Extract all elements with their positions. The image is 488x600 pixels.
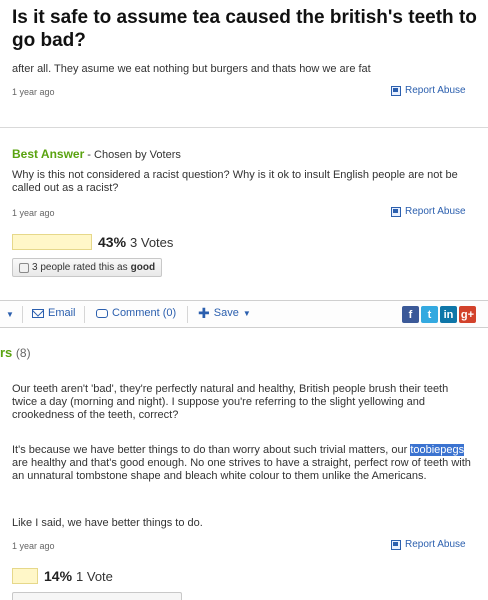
rating-bar xyxy=(12,568,38,584)
best-answer-text: Why is this not considered a racist ques… xyxy=(12,169,458,194)
rating-percent: 14% xyxy=(44,568,73,584)
comment-label: Comment (0) xyxy=(112,307,177,319)
report-abuse-label: Report Abuse xyxy=(405,206,466,217)
email-label: Email xyxy=(48,307,76,319)
plus-icon: ✚ xyxy=(198,305,210,321)
answer-paragraph-2: It's because we have better things to do… xyxy=(12,444,472,483)
rated-prefix: 3 people rated this as xyxy=(32,262,128,273)
best-answer-timestamp: 1 year ago xyxy=(12,208,55,218)
save-button[interactable]: ✚ Save ▼ xyxy=(198,305,251,321)
rating-percent: 43% xyxy=(98,234,127,250)
rating-votes: 3 Votes xyxy=(130,234,174,250)
divider xyxy=(187,306,188,323)
report-abuse-label: Report Abuse xyxy=(405,539,466,550)
comment-icon xyxy=(96,308,108,318)
answer-paragraph-3: Like I said, we have better things to do… xyxy=(12,517,203,529)
answer-paragraph-2-end: are healthy and that's good enough. No o… xyxy=(12,457,471,482)
best-answer-label: Best Answer - Chosen by Voters xyxy=(12,147,181,161)
question-timestamp: 1 year ago xyxy=(12,87,55,97)
flag-icon xyxy=(391,206,401,217)
save-label: Save xyxy=(213,307,239,319)
envelope-icon xyxy=(32,308,44,318)
answer-rating: 14% 1 Vote xyxy=(12,568,113,584)
flag-icon xyxy=(391,85,401,96)
flag-icon xyxy=(391,539,401,550)
highlighted-word: toobiepegs xyxy=(410,444,465,456)
chevron-down-icon: ▼ xyxy=(242,308,251,318)
answer-report-abuse-link[interactable]: Report Abuse xyxy=(391,539,466,550)
question-title: Is it safe to assume tea caused the brit… xyxy=(12,7,477,51)
question-report-abuse-link[interactable]: Report Abuse xyxy=(391,85,466,96)
answers-heading-title: rs xyxy=(0,345,13,360)
answers-count: (8) xyxy=(15,346,31,360)
separator xyxy=(0,127,488,128)
google-plus-share-icon[interactable]: g+ xyxy=(459,306,476,323)
question-body: after all. They asume we eat nothing but… xyxy=(12,63,371,75)
linkedin-share-icon[interactable]: in xyxy=(440,306,457,323)
answers-heading: rs (8) xyxy=(0,345,31,360)
rating-bar xyxy=(12,234,92,250)
comment-button[interactable]: Comment (0) xyxy=(96,307,176,319)
email-button[interactable]: Email xyxy=(32,307,76,319)
twitter-share-icon[interactable]: t xyxy=(421,306,438,323)
rated-button-partial[interactable] xyxy=(12,592,182,600)
answer-paragraph-2-start: It's because we have better things to do… xyxy=(12,444,411,456)
best-answer-title: Best Answer xyxy=(12,147,85,161)
divider xyxy=(22,306,23,323)
chosen-by-voters: - Chosen by Voters xyxy=(84,149,181,161)
rated-value: good xyxy=(130,262,156,273)
thumbs-up-icon xyxy=(19,262,29,273)
facebook-share-icon[interactable]: f xyxy=(402,306,419,323)
answer-timestamp: 1 year ago xyxy=(12,541,55,551)
divider xyxy=(84,306,85,323)
report-abuse-label: Report Abuse xyxy=(405,85,466,96)
action-bar: ▼ Email Comment (0) ✚ Save ▼ f t in g+ xyxy=(0,300,488,328)
best-answer-rating: 43% 3 Votes xyxy=(12,234,173,250)
answer-paragraph-1: Our teeth aren't 'bad', they're perfectl… xyxy=(12,383,449,421)
rating-votes: 1 Vote xyxy=(76,568,113,584)
best-answer-report-abuse-link[interactable]: Report Abuse xyxy=(391,206,466,217)
dropdown-caret-icon[interactable]: ▼ xyxy=(6,310,14,319)
rated-good-button[interactable]: 3 people rated this as good xyxy=(12,258,163,277)
